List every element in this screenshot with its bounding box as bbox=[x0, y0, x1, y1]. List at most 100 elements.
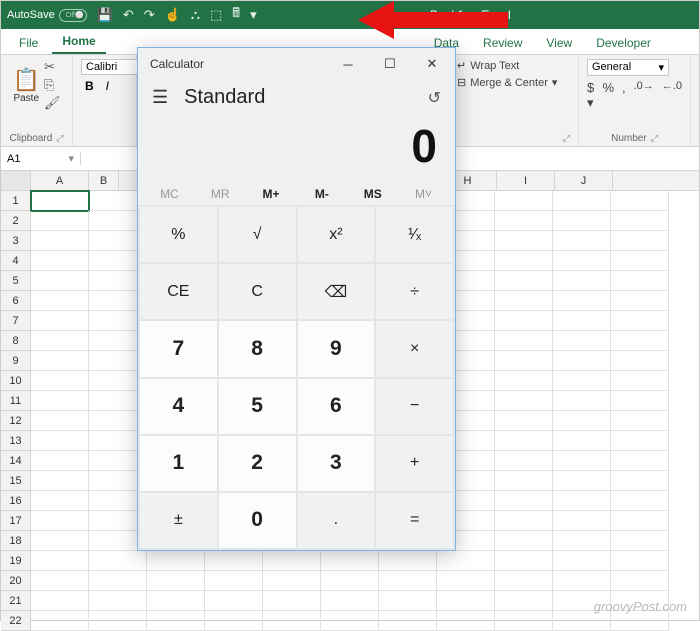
number-launcher-icon[interactable]: ⤢ bbox=[651, 133, 658, 144]
cell[interactable] bbox=[31, 511, 89, 531]
cell[interactable] bbox=[553, 351, 611, 371]
customize-qat-icon[interactable]: ▾ bbox=[250, 7, 257, 23]
calculator-icon[interactable]: 🖩 bbox=[232, 4, 240, 26]
maximize-button[interactable]: ☐ bbox=[369, 49, 411, 79]
cell[interactable] bbox=[31, 451, 89, 471]
cell[interactable] bbox=[553, 531, 611, 551]
backspace-key[interactable]: ⌫ bbox=[298, 264, 375, 319]
row-header[interactable]: 9 bbox=[1, 351, 31, 371]
cell[interactable] bbox=[553, 451, 611, 471]
cell[interactable] bbox=[611, 231, 669, 251]
cell[interactable] bbox=[553, 311, 611, 331]
cell[interactable] bbox=[553, 271, 611, 291]
cell[interactable] bbox=[495, 191, 553, 211]
cell[interactable] bbox=[611, 351, 669, 371]
cell[interactable] bbox=[611, 291, 669, 311]
merge-center-button[interactable]: ⊟Merge & Center ▾ bbox=[457, 76, 557, 89]
copy-icon[interactable]: ⎘ bbox=[44, 77, 61, 93]
decrease-decimal-icon[interactable]: ←.0 bbox=[662, 80, 682, 111]
name-box[interactable]: A1▾ bbox=[1, 152, 81, 165]
cell[interactable] bbox=[611, 251, 669, 271]
key-8[interactable]: 8 bbox=[219, 321, 296, 376]
percent-icon[interactable]: % bbox=[602, 80, 614, 111]
cell[interactable] bbox=[495, 251, 553, 271]
mplus-button[interactable]: M+ bbox=[250, 187, 292, 201]
cell[interactable] bbox=[89, 551, 147, 571]
tab-home[interactable]: Home bbox=[52, 30, 105, 54]
row-header[interactable]: 22 bbox=[1, 611, 31, 631]
autosave-switch[interactable]: Off ⚪ bbox=[59, 9, 87, 22]
cell[interactable] bbox=[31, 571, 89, 591]
cell[interactable] bbox=[263, 571, 321, 591]
cell[interactable] bbox=[495, 211, 553, 231]
key-6[interactable]: 6 bbox=[298, 379, 375, 434]
cell[interactable] bbox=[495, 571, 553, 591]
cell[interactable] bbox=[495, 611, 553, 631]
paste-button[interactable]: 📋 Paste bbox=[13, 67, 40, 104]
row-header[interactable]: 4 bbox=[1, 251, 31, 271]
cell[interactable] bbox=[31, 311, 89, 331]
cell[interactable] bbox=[89, 591, 147, 611]
sqrt-key[interactable]: √ bbox=[219, 207, 296, 262]
cell[interactable] bbox=[553, 291, 611, 311]
tab-file[interactable]: File bbox=[9, 32, 48, 54]
cell[interactable] bbox=[553, 231, 611, 251]
cell[interactable] bbox=[495, 231, 553, 251]
cell[interactable] bbox=[495, 491, 553, 511]
calculator-titlebar[interactable]: Calculator ─ ☐ ✕ bbox=[138, 48, 455, 80]
cell[interactable] bbox=[495, 291, 553, 311]
cell[interactable] bbox=[321, 611, 379, 631]
cell[interactable] bbox=[495, 351, 553, 371]
key-0[interactable]: 0 bbox=[219, 493, 296, 548]
cell[interactable] bbox=[611, 311, 669, 331]
cell[interactable] bbox=[611, 531, 669, 551]
cell[interactable] bbox=[31, 471, 89, 491]
row-header[interactable]: 10 bbox=[1, 371, 31, 391]
cell[interactable] bbox=[31, 531, 89, 551]
cell[interactable] bbox=[321, 551, 379, 571]
number-format-select[interactable]: General▾ bbox=[587, 59, 669, 76]
cell[interactable] bbox=[205, 551, 263, 571]
cell[interactable] bbox=[379, 611, 437, 631]
c-key[interactable]: C bbox=[219, 264, 296, 319]
row-header[interactable]: 21 bbox=[1, 591, 31, 611]
row-header[interactable]: 13 bbox=[1, 431, 31, 451]
mlist-button[interactable]: M˅ bbox=[403, 187, 445, 201]
cell[interactable] bbox=[31, 271, 89, 291]
cell[interactable] bbox=[31, 611, 89, 631]
tab-view[interactable]: View bbox=[536, 32, 582, 54]
cell[interactable] bbox=[611, 371, 669, 391]
row-header[interactable]: 12 bbox=[1, 411, 31, 431]
cell[interactable] bbox=[553, 331, 611, 351]
cell[interactable] bbox=[31, 411, 89, 431]
cell[interactable] bbox=[379, 571, 437, 591]
key-3[interactable]: 3 bbox=[298, 436, 375, 491]
cell[interactable] bbox=[495, 451, 553, 471]
row-header[interactable]: 16 bbox=[1, 491, 31, 511]
cell[interactable] bbox=[553, 191, 611, 211]
cell[interactable] bbox=[611, 191, 669, 211]
col-header[interactable]: J bbox=[555, 171, 613, 190]
tab-developer[interactable]: Developer bbox=[586, 32, 661, 54]
cell[interactable] bbox=[611, 331, 669, 351]
cell[interactable] bbox=[495, 271, 553, 291]
bold-button[interactable]: B bbox=[81, 79, 98, 93]
increase-decimal-icon[interactable]: .0→ bbox=[634, 80, 654, 111]
cell[interactable] bbox=[31, 371, 89, 391]
row-header[interactable]: 14 bbox=[1, 451, 31, 471]
cell[interactable] bbox=[553, 431, 611, 451]
cell[interactable] bbox=[31, 331, 89, 351]
reciprocal-key[interactable]: ¹⁄ₓ bbox=[376, 207, 453, 262]
hierarchy-icon[interactable]: ⛬ bbox=[191, 7, 200, 23]
format-painter-icon[interactable]: 🖌 bbox=[44, 95, 61, 111]
cell[interactable] bbox=[553, 551, 611, 571]
subtract-key[interactable]: − bbox=[376, 379, 453, 434]
mc-button[interactable]: MC bbox=[148, 187, 190, 201]
row-header[interactable]: 15 bbox=[1, 471, 31, 491]
cell[interactable] bbox=[611, 211, 669, 231]
cell[interactable] bbox=[437, 611, 495, 631]
row-header[interactable]: 1 bbox=[1, 191, 31, 211]
col-header[interactable]: B bbox=[89, 171, 119, 190]
key-1[interactable]: 1 bbox=[140, 436, 217, 491]
ce-key[interactable]: CE bbox=[140, 264, 217, 319]
